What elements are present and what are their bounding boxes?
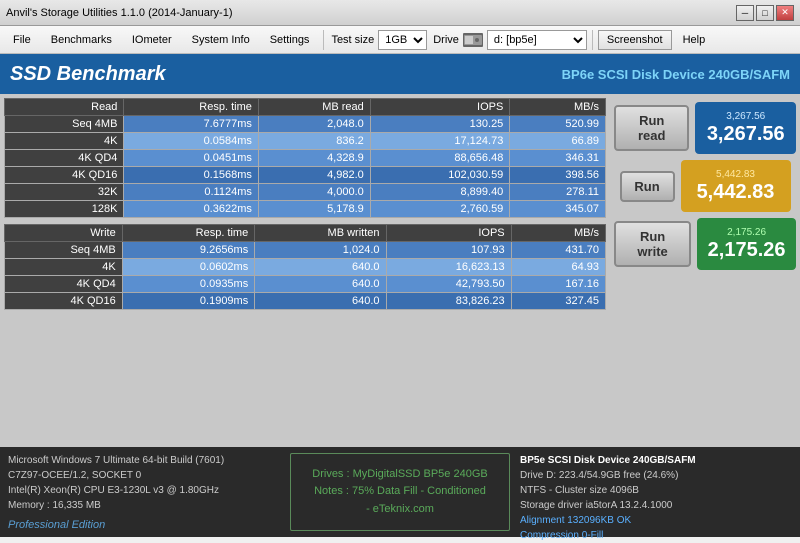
benchmark-tables: Read Resp. time MB read IOPS MB/s Seq 4M… — [0, 94, 610, 447]
drive-group: Drive d: [bp5e] — [433, 30, 587, 50]
mbs-read-col-header: MB/s — [510, 99, 606, 116]
write-col-header: Write — [5, 225, 123, 242]
write-score-large: 2,175.26 — [708, 239, 786, 262]
test-size-group: Test size 1GB — [331, 30, 427, 50]
read-score-large: 3,267.56 — [707, 123, 785, 146]
close-button[interactable]: ✕ — [776, 5, 794, 21]
mb-written-col-header: MB written — [255, 225, 386, 242]
menu-settings[interactable]: Settings — [261, 30, 319, 50]
iops-read-col-header: IOPS — [370, 99, 510, 116]
run-read-button[interactable]: Run read — [614, 105, 689, 151]
title-buttons: ─ □ ✕ — [736, 5, 794, 21]
menu-benchmarks[interactable]: Benchmarks — [42, 30, 121, 50]
resp-time-col-header: Resp. time — [124, 99, 258, 116]
read-table-row: 4K QD160.1568ms4,982.0102,030.59398.56 — [5, 167, 606, 184]
mbs-write-col-header: MB/s — [511, 225, 605, 242]
test-size-label: Test size — [331, 34, 374, 46]
write-score-small: 2,175.26 — [727, 227, 766, 238]
mb-read-col-header: MB read — [258, 99, 370, 116]
bottom-panel: Microsoft Windows 7 Ultimate 64-bit Buil… — [0, 447, 800, 537]
read-score-box: 3,267.56 3,267.56 — [695, 102, 796, 154]
menu-system-info[interactable]: System Info — [183, 30, 259, 50]
system-info-panel: Microsoft Windows 7 Ultimate 64-bit Buil… — [8, 453, 280, 531]
app-title: SSD Benchmark — [10, 63, 166, 86]
title-bar: Anvil's Storage Utilities 1.1.0 (2014-Ja… — [0, 0, 800, 26]
main-content: Read Resp. time MB read IOPS MB/s Seq 4M… — [0, 94, 800, 447]
run-write-button[interactable]: Run write — [614, 221, 691, 267]
device-label: BP6e SCSI Disk Device 240GB/SAFM — [562, 67, 790, 82]
run-read-group: Run read 3,267.56 3,267.56 — [614, 102, 796, 154]
read-table-row: Seq 4MB7.6777ms2,048.0130.25520.99 — [5, 116, 606, 133]
resp-time-w-col-header: Resp. time — [122, 225, 255, 242]
menu-bar: File Benchmarks IOmeter System Info Sett… — [0, 26, 800, 54]
menu-file[interactable]: File — [4, 30, 40, 50]
run-score-large: 5,442.83 — [697, 181, 775, 204]
read-score-small: 3,267.56 — [726, 111, 765, 122]
drive-icon — [463, 33, 483, 47]
write-table-row: 4K QD40.0935ms640.042,793.50167.16 — [5, 276, 606, 293]
test-size-select[interactable]: 1GB — [378, 30, 427, 50]
run-write-group: Run write 2,175.26 2,175.26 — [614, 218, 796, 270]
drive-select[interactable]: d: [bp5e] — [487, 30, 587, 50]
sys-info-line: C7Z97-OCEE/1.2, SOCKET 0 — [8, 468, 280, 483]
menu-iometer[interactable]: IOmeter — [123, 30, 181, 50]
write-table-row: Seq 4MB9.2656ms1,024.0107.93431.70 — [5, 242, 606, 259]
drive-info-line: Alignment 132096KB OK — [520, 513, 792, 528]
read-col-header: Read — [5, 99, 124, 116]
notes-panel: Drives : MyDigitalSSD BP5e 240GB Notes :… — [290, 453, 510, 531]
menu-help[interactable]: Help — [674, 30, 715, 50]
app-header: SSD Benchmark BP6e SCSI Disk Device 240G… — [0, 54, 800, 94]
run-score-box: 5,442.83 5,442.83 — [681, 160, 791, 212]
drive-info-line: BP5e SCSI Disk Device 240GB/SAFM — [520, 453, 792, 468]
drive-info-line: Storage driver ia5torA 13.2.4.1000 — [520, 498, 792, 513]
read-table-row: 128K0.3622ms5,178.92,760.59345.07 — [5, 201, 606, 218]
pro-edition-label: Professional Edition — [8, 517, 280, 534]
run-total-group: Run 5,442.83 5,442.83 — [620, 160, 791, 212]
drive-info-line: Compression 0-Fill — [520, 528, 792, 543]
minimize-button[interactable]: ─ — [736, 5, 754, 21]
drive-label: Drive — [433, 34, 459, 46]
write-table: Write Resp. time MB written IOPS MB/s Se… — [4, 224, 606, 310]
read-table-row: 32K0.1124ms4,000.08,899.40278.11 — [5, 184, 606, 201]
read-table: Read Resp. time MB read IOPS MB/s Seq 4M… — [4, 98, 606, 218]
sys-info-line: Microsoft Windows 7 Ultimate 64-bit Buil… — [8, 453, 280, 468]
title-text: Anvil's Storage Utilities 1.1.0 (2014-Ja… — [6, 7, 232, 19]
write-table-row: 4K QD160.1909ms640.083,826.23327.45 — [5, 293, 606, 310]
run-button[interactable]: Run — [620, 171, 675, 202]
sys-info-line: Intel(R) Xeon(R) CPU E3-1230L v3 @ 1.80G… — [8, 483, 280, 498]
drive-info-line: NTFS - Cluster size 4096B — [520, 483, 792, 498]
maximize-button[interactable]: □ — [756, 5, 774, 21]
screenshot-button[interactable]: Screenshot — [598, 30, 672, 50]
run-score-small: 5,442.83 — [716, 169, 755, 180]
drive-info-panel: BP5e SCSI Disk Device 240GB/SAFMDrive D:… — [520, 453, 792, 531]
write-score-box: 2,175.26 2,175.26 — [697, 218, 796, 270]
drive-info-line: Drive D: 223.4/54.9GB free (24.6%) — [520, 468, 792, 483]
menu-divider-2 — [592, 30, 593, 50]
sys-info-line: Memory : 16,335 MB — [8, 498, 280, 513]
read-table-row: 4K QD40.0451ms4,328.988,656.48346.31 — [5, 150, 606, 167]
menu-divider-1 — [323, 30, 324, 50]
read-table-row: 4K0.0584ms836.217,124.7366.89 — [5, 133, 606, 150]
write-table-row: 4K0.0602ms640.016,623.1364.93 — [5, 259, 606, 276]
iops-write-col-header: IOPS — [386, 225, 511, 242]
right-panel: Run read 3,267.56 3,267.56 Run 5,442.83 … — [610, 94, 800, 447]
